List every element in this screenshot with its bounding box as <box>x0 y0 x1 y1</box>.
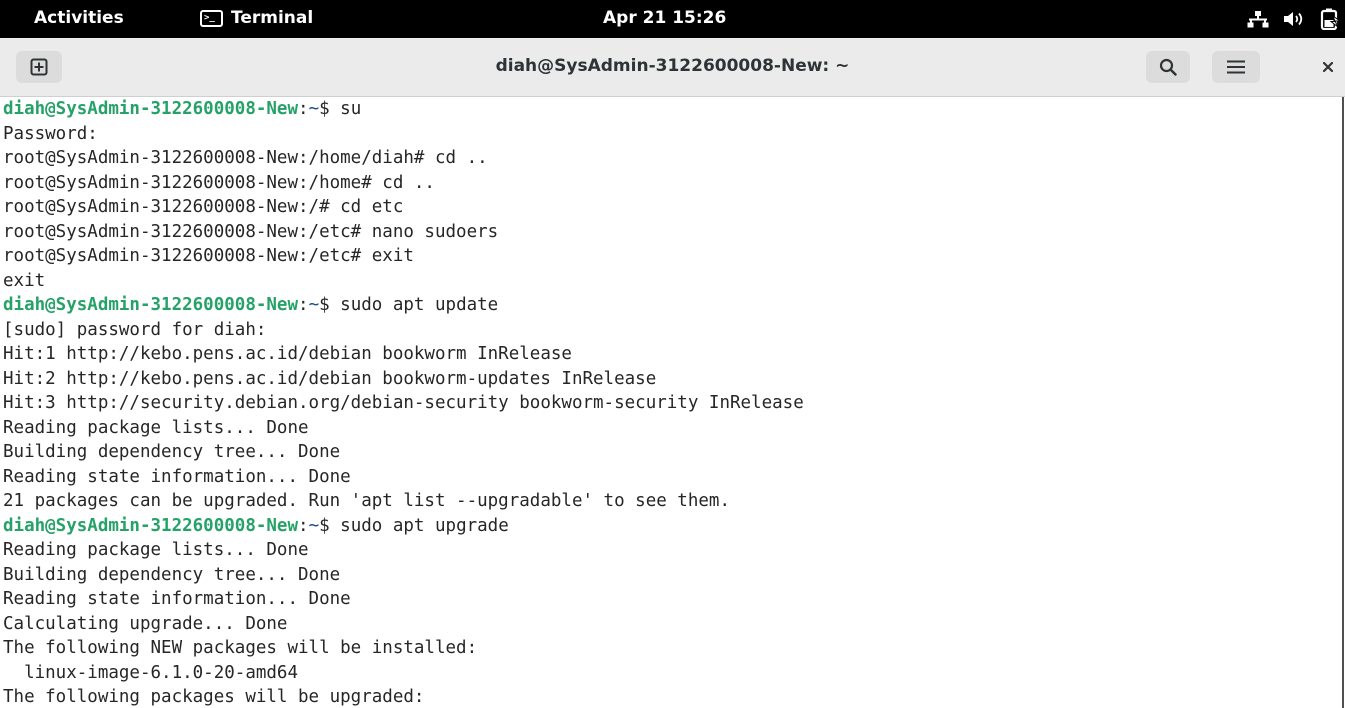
terminal-output[interactable]: diah@SysAdmin-3122600008-New:~$ su Passwo… <box>0 97 1345 708</box>
terminal-headerbar: diah@SysAdmin-3122600008-New: ~ <box>0 38 1345 97</box>
terminal-output-line: Reading package lists... Done <box>3 417 309 438</box>
prompt-path: ~ <box>308 295 320 315</box>
system-status-menu[interactable] <box>1243 0 1345 38</box>
terminal-output-line: Password: <box>3 123 98 144</box>
terminal-output-line: root@SysAdmin-3122600008-New:/# cd etc <box>3 197 404 217</box>
terminal-app-icon: >_ <box>200 9 223 27</box>
terminal-output-line: exit <box>3 270 46 291</box>
prompt-command: $ sudo apt upgrade <box>319 515 509 536</box>
prompt-path: ~ <box>308 99 320 119</box>
terminal-output-line: root@SysAdmin-3122600008-New:/etc# nano … <box>3 221 499 242</box>
terminal-prompt-line: diah@SysAdmin-3122600008-New:~$ sudo apt… <box>3 514 804 539</box>
terminal-output-line: [sudo] password for diah: <box>3 319 267 340</box>
terminal-output-line: root@SysAdmin-3122600008-New:/etc# exit <box>3 246 414 266</box>
terminal-output-line: Hit:2 http://kebo.pens.ac.id/debian book… <box>3 368 657 389</box>
terminal-output-line: linux-image-6.1.0-20-amd64 <box>3 662 299 683</box>
main-menu-button[interactable] <box>1212 51 1260 83</box>
terminal-output-line: Calculating upgrade... Done <box>3 613 288 634</box>
terminal-lines: diah@SysAdmin-3122600008-New:~$ su Passwo… <box>3 97 804 708</box>
search-icon <box>1159 58 1177 76</box>
prompt-user-host: diah@SysAdmin-3122600008-New <box>3 99 299 119</box>
top-bar: Activities >_ Terminal Apr 21 15:26 <box>0 0 1345 38</box>
terminal-output-line: Hit:1 http://kebo.pens.ac.id/debian book… <box>3 344 572 364</box>
terminal-output-line: 21 packages can be upgraded. Run 'apt li… <box>3 491 730 511</box>
network-wired-icon <box>1243 0 1273 38</box>
battery-charging-icon <box>1315 0 1345 38</box>
terminal-output-line: root@SysAdmin-3122600008-New:/home/diah#… <box>3 148 488 168</box>
terminal-output-line: Reading state information... Done <box>3 589 351 609</box>
prompt-separator: : <box>298 515 309 536</box>
terminal-output-line: Hit:3 http://security.debian.org/debian-… <box>3 393 804 413</box>
terminal-output-line: Reading package lists... Done <box>3 540 309 560</box>
terminal-output-line: Building dependency tree... Done <box>3 442 341 462</box>
prompt-command: $ su <box>319 99 362 119</box>
terminal-output-line: Reading state information... Done <box>3 466 351 487</box>
close-button[interactable] <box>1318 55 1338 79</box>
terminal-output-line: root@SysAdmin-3122600008-New:/home# cd .… <box>3 172 435 193</box>
terminal-output-line: Building dependency tree... Done <box>3 564 341 585</box>
prompt-separator: : <box>298 295 309 315</box>
clock-button[interactable]: Apr 21 15:26 <box>603 8 726 28</box>
terminal-output-line: The following packages will be upgraded: <box>3 687 425 707</box>
terminal-output-line: The following NEW packages will be insta… <box>3 638 478 658</box>
hamburger-menu-icon <box>1227 60 1245 74</box>
prompt-user-host: diah@SysAdmin-3122600008-New <box>3 515 299 536</box>
terminal-scrollbar[interactable] <box>1342 97 1344 708</box>
activities-button[interactable]: Activities <box>34 8 124 28</box>
window-title: diah@SysAdmin-3122600008-New: ~ <box>495 56 850 76</box>
app-menu-label: Terminal <box>231 8 314 28</box>
volume-icon <box>1279 0 1309 38</box>
app-menu-button[interactable]: >_ Terminal <box>200 8 313 28</box>
close-icon <box>1322 61 1334 73</box>
prompt-separator: : <box>298 99 309 119</box>
prompt-command: $ sudo apt update <box>319 295 499 315</box>
prompt-path: ~ <box>308 515 320 536</box>
search-button[interactable] <box>1146 51 1190 83</box>
terminal-prompt-line: diah@SysAdmin-3122600008-New:~$ su <box>3 97 804 122</box>
prompt-user-host: diah@SysAdmin-3122600008-New <box>3 295 299 315</box>
terminal-prompt-line: diah@SysAdmin-3122600008-New:~$ sudo apt… <box>3 293 804 318</box>
